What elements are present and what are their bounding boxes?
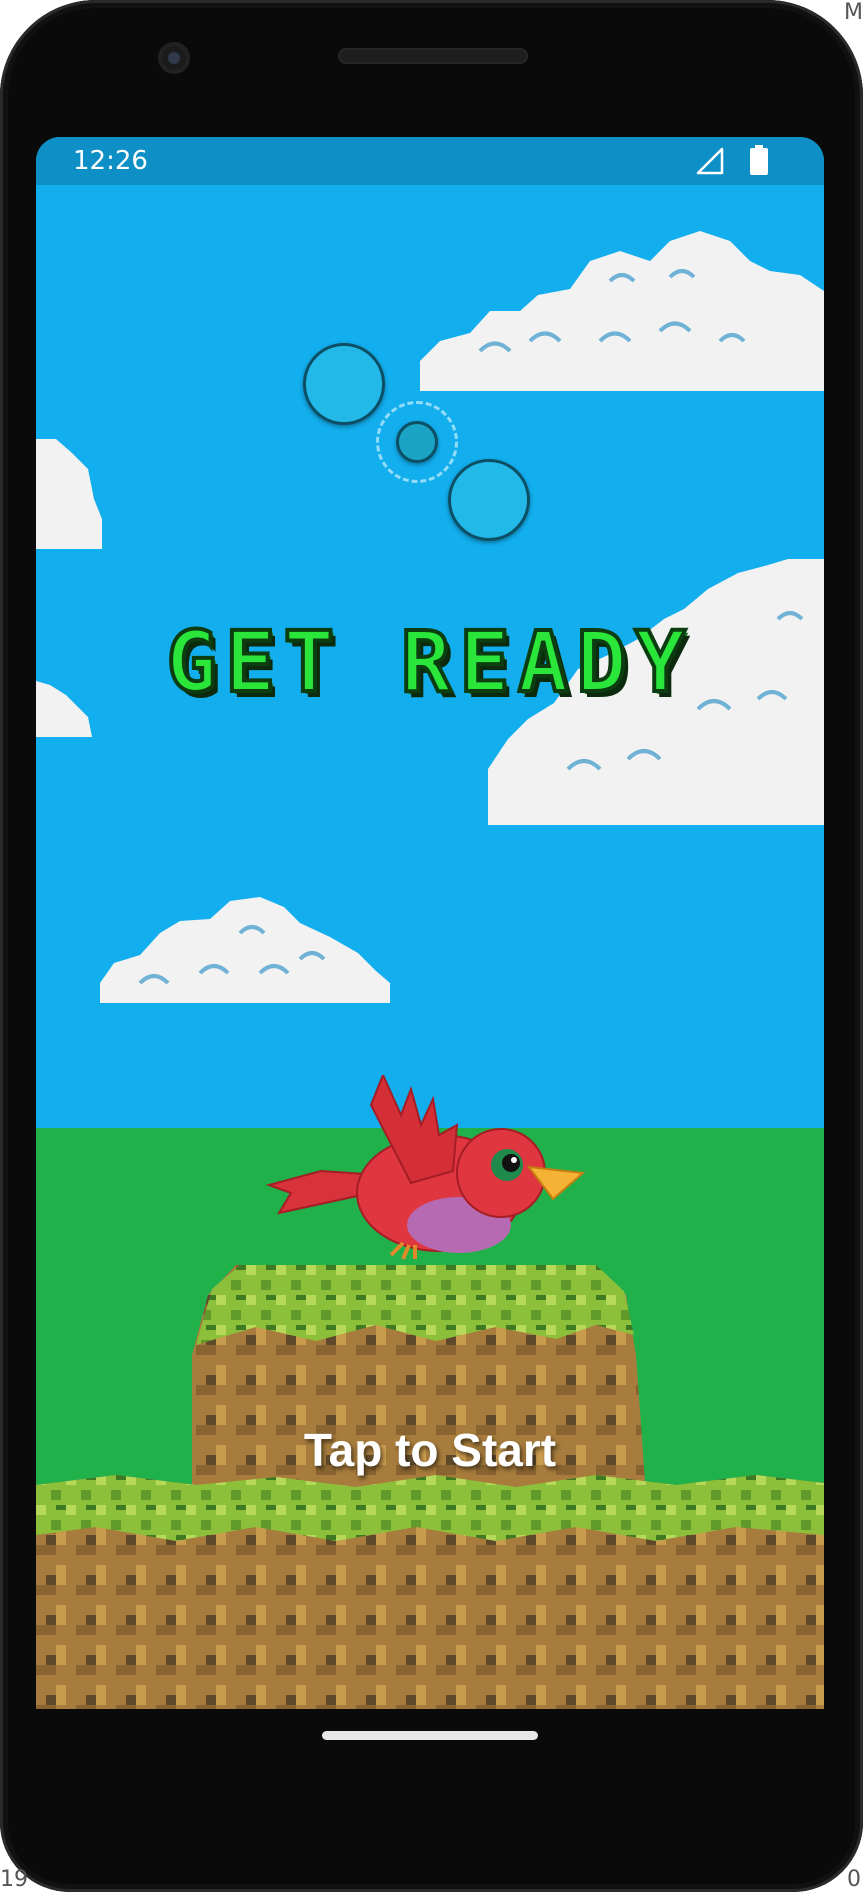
grassy-hill [36, 1265, 824, 1709]
tap-to-start-prompt[interactable]: Tap to Start [36, 1423, 824, 1477]
phone-screen[interactable]: 12:26 GET READY Tap to Start [36, 137, 824, 1709]
navigation-bar [36, 1709, 824, 1789]
cloud-top-right [420, 231, 824, 391]
cloud-lower-left [100, 897, 390, 1003]
battery-icon [750, 145, 768, 175]
edge-label-bottom-left: 19 [0, 1867, 28, 1892]
game-canvas[interactable]: GET READY Tap to Start [36, 185, 824, 1709]
bubble-upper [303, 343, 385, 425]
home-gesture-bar[interactable] [322, 1731, 538, 1740]
front-camera [158, 42, 190, 74]
red-bird [265, 1075, 586, 1260]
phone-frame: 12:26 GET READY Tap to Start [0, 0, 863, 1892]
earpiece-speaker [338, 48, 528, 64]
cloud-left-edge [36, 439, 102, 549]
edge-label-top: M [844, 0, 863, 25]
bubble-middle [396, 421, 438, 463]
status-time: 12:26 [73, 146, 148, 176]
get-ready-title: GET READY [164, 611, 694, 713]
bubble-lower [448, 459, 530, 541]
edge-label-bottom-right: 0 [847, 1867, 861, 1892]
signal-icon [696, 147, 724, 175]
status-bar: 12:26 [36, 137, 824, 185]
